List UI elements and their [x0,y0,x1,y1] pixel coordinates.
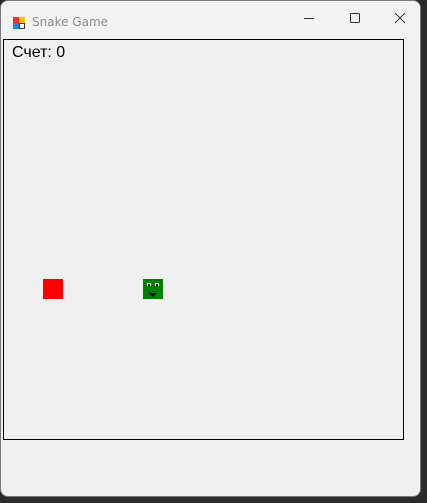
minimize-icon [303,11,315,29]
maximize-icon [349,11,361,29]
app-icon [12,16,26,30]
score-label: Счет: 0 [12,44,66,61]
window-title: Snake Game [32,15,109,29]
title-bar[interactable]: Snake Game [1,1,420,39]
app-window: Snake Game Счет: 0 [0,0,421,497]
game-board[interactable]: Счет: 0 [3,39,404,440]
snake-left-eye [147,283,151,286]
snake-head [143,279,163,299]
snake-mouth [149,293,157,297]
close-button[interactable] [377,1,420,39]
maximize-button[interactable] [332,1,378,39]
minimize-button[interactable] [286,1,332,39]
snake-right-eye [155,283,159,286]
close-icon [394,11,406,29]
food-item [43,279,63,299]
